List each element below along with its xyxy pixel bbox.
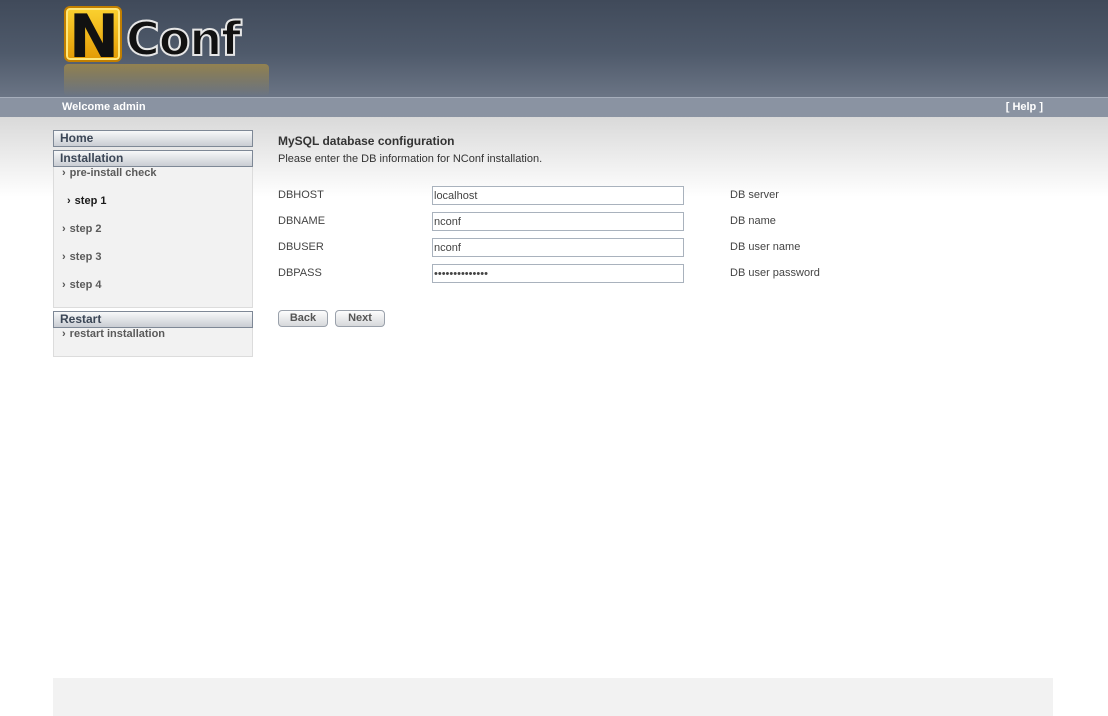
next-button[interactable]: Next — [335, 310, 385, 327]
sidebar-item-step-4[interactable]: › step 4 — [54, 279, 252, 307]
chevron-right-icon: › — [62, 223, 66, 235]
dbhost-input[interactable] — [432, 186, 684, 205]
field-label: DBNAME — [278, 215, 326, 227]
welcome-text: Welcome admin — [62, 101, 146, 113]
main-content: MySQL database configuration Please ente… — [278, 134, 1058, 327]
form-row-dbname: DBNAME DB name — [278, 212, 1058, 232]
sidebar-item-step-1[interactable]: › step 1 — [54, 195, 252, 223]
sidebar-installation-header: Installation — [53, 150, 253, 167]
dbname-input[interactable] — [432, 212, 684, 231]
field-hint: DB name — [730, 215, 776, 227]
form-row-dbpass: DBPASS DB user password — [278, 264, 1058, 284]
chevron-right-icon: › — [67, 195, 71, 207]
help-link[interactable]: [ Help ] — [1006, 101, 1043, 113]
sidebar-item-label: step 3 — [69, 251, 102, 263]
back-button[interactable]: Back — [278, 310, 328, 327]
sidebar: Home Installation › pre-install check › st… — [53, 130, 253, 360]
sidebar-restart-header: Restart — [53, 311, 253, 328]
dbuser-input[interactable] — [432, 238, 684, 257]
sidebar-item-label: restart installation — [69, 328, 166, 340]
sidebar-item-restart-installation[interactable]: › restart installation — [54, 328, 252, 356]
logo-text: Conf — [125, 11, 242, 67]
restart-list: › restart installation — [53, 328, 253, 357]
page-title: MySQL database configuration — [278, 134, 455, 148]
sidebar-item-label: step 2 — [69, 223, 102, 235]
sidebar-home-link[interactable]: Home — [53, 130, 253, 147]
header: N Conf — [0, 0, 1108, 97]
nconf-logo[interactable]: N Conf — [64, 2, 269, 96]
footer — [53, 678, 1053, 716]
chevron-right-icon: › — [62, 251, 66, 263]
sidebar-item-label: pre-install check — [69, 167, 157, 179]
form-row-dbuser: DBUSER DB user name — [278, 238, 1058, 258]
installation-steps-list: › pre-install check › step 1 › step 2 › step… — [53, 167, 253, 308]
field-hint: DB user password — [730, 267, 820, 279]
logo-n-letter: N — [68, 2, 119, 72]
field-hint: DB user name — [730, 241, 801, 253]
field-label: DBUSER — [278, 241, 324, 253]
field-hint: DB server — [730, 189, 779, 201]
field-label: DBPASS — [278, 267, 322, 279]
chevron-right-icon: › — [62, 279, 66, 291]
dbpass-input[interactable] — [432, 264, 684, 283]
sidebar-item-label: step 1 — [74, 195, 107, 207]
sidebar-item-step-3[interactable]: › step 3 — [54, 251, 252, 279]
sidebar-item-label: step 4 — [69, 279, 102, 291]
field-label: DBHOST — [278, 189, 324, 201]
page-description: Please enter the DB information for NCon… — [278, 153, 543, 165]
chevron-right-icon: › — [62, 167, 66, 179]
welcome-bar: Welcome admin [ Help ] — [0, 97, 1108, 117]
chevron-right-icon: › — [62, 328, 66, 340]
form-row-dbhost: DBHOST DB server — [278, 186, 1058, 206]
logo-reflection — [64, 64, 269, 96]
sidebar-item-pre-install-check[interactable]: › pre-install check — [54, 167, 252, 195]
sidebar-item-step-2[interactable]: › step 2 — [54, 223, 252, 251]
